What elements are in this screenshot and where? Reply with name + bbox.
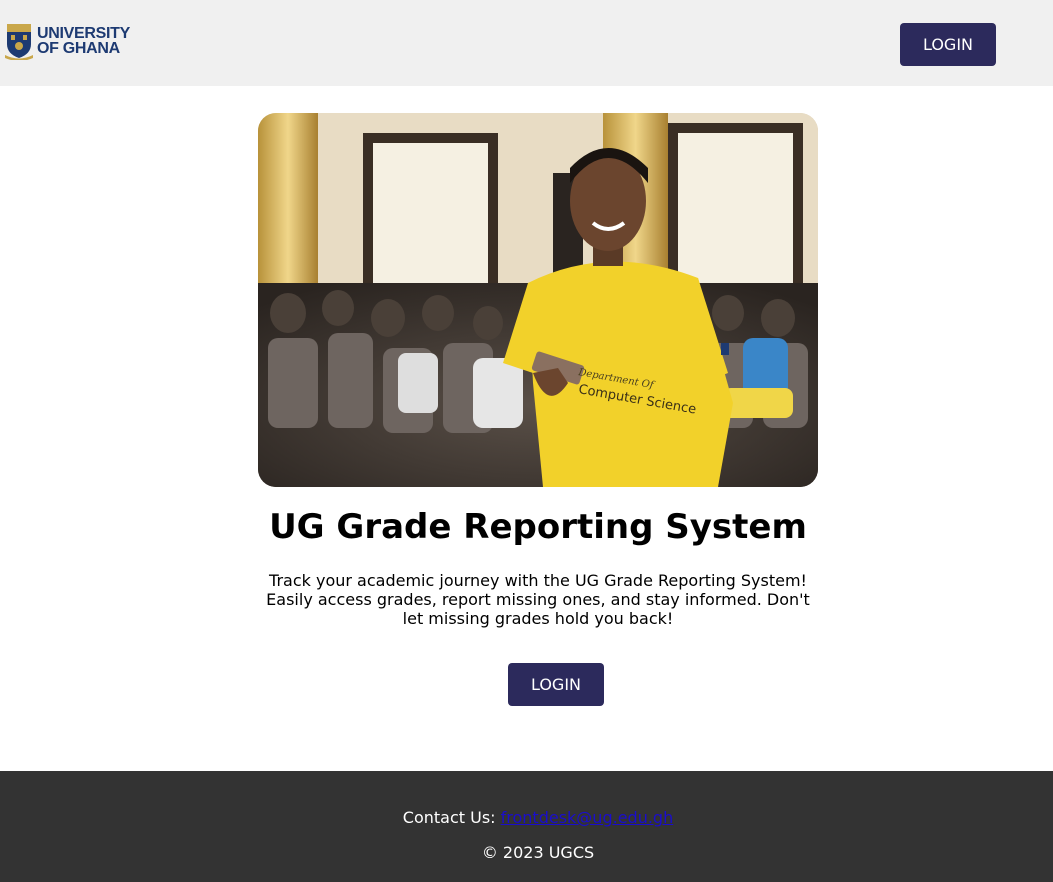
main-login-button[interactable]: LOGIN bbox=[508, 663, 604, 706]
logo-wordmark: UNIVERSITY OF GHANA bbox=[37, 25, 131, 57]
contact-label: Contact Us: bbox=[402, 808, 496, 827]
header-login-button[interactable]: LOGIN bbox=[900, 23, 996, 66]
university-crest-icon bbox=[5, 24, 33, 60]
hero-image: Department Of Computer Science bbox=[258, 113, 818, 487]
site-footer: Contact Us: frontdesk@ug.edu.gh © 2023 U… bbox=[0, 771, 1053, 882]
logo-line-1: UNIVERSITY bbox=[37, 25, 131, 42]
copyright-text: © 2023 UGCS bbox=[481, 843, 595, 862]
site-header: UNIVERSITY OF GHANA LOGIN bbox=[0, 0, 1053, 86]
contact-line: Contact Us: frontdesk@ug.edu.gh bbox=[0, 808, 1053, 827]
page-description: Track your academic journey with the UG … bbox=[266, 571, 810, 628]
university-logo[interactable]: UNIVERSITY OF GHANA bbox=[5, 22, 130, 60]
logo-line-2: OF GHANA bbox=[37, 40, 120, 57]
contact-email-link[interactable]: frontdesk@ug.edu.gh bbox=[501, 808, 674, 827]
page-title: UG Grade Reporting System bbox=[269, 507, 807, 547]
student-photo: Department Of Computer Science bbox=[258, 113, 818, 487]
